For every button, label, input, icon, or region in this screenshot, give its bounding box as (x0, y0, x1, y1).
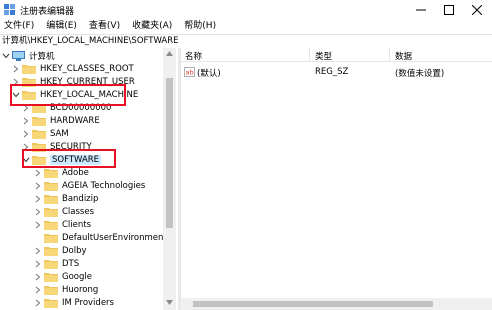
tree-item-label: Clients (62, 219, 92, 230)
minimize-button[interactable] (406, 0, 436, 20)
no-chevron-spacer (34, 234, 42, 242)
column-header-data[interactable]: 数据 (395, 50, 412, 62)
folder-icon (44, 233, 58, 243)
tree-item-im-providers[interactable]: IM Providers (34, 296, 114, 309)
value-data: (数值未设置) (395, 69, 445, 79)
tree-item-clients[interactable]: Clients (34, 218, 91, 231)
folder-icon (44, 194, 58, 204)
tree-item-label: IM Providers (62, 297, 114, 308)
tree-item-computer[interactable]: 计算机 (2, 49, 55, 62)
scroll-thumb[interactable] (166, 78, 173, 228)
scroll-up-icon[interactable] (166, 51, 173, 56)
folder-icon (44, 207, 58, 217)
menu-bar: 文件(F) 编辑(E) 查看(V) 收藏夹(A) 帮助(H) (0, 20, 492, 33)
folder-icon (44, 246, 58, 256)
tree-item-classes[interactable]: Classes (34, 205, 94, 218)
title-bar: 注册表编辑器 (0, 0, 492, 20)
menu-view[interactable]: 查看(V) (89, 20, 120, 33)
tree-item-label: Dolby (62, 245, 87, 256)
folder-icon (44, 181, 58, 191)
tree-item-bandizip[interactable]: Bandizip (34, 192, 98, 205)
tree-item-huorong[interactable]: Huorong (34, 283, 98, 296)
tree-item-dolby[interactable]: Dolby (34, 244, 87, 257)
computer-icon (12, 50, 25, 61)
column-divider[interactable] (309, 48, 310, 62)
folder-icon (22, 64, 36, 74)
tree-item-label: HKEY_CLASSES_ROOT (40, 63, 134, 74)
minimize-icon (416, 9, 426, 11)
tree-item-label: Huorong (62, 284, 99, 295)
tree-scrollbar[interactable] (163, 48, 176, 310)
tree-item-label: AGEIA Technologies (62, 180, 146, 191)
address-bar[interactable]: 计算机\HKEY_LOCAL_MACHINE\SOFTWARE (0, 34, 492, 47)
value-type: REG_SZ (315, 67, 349, 77)
folder-icon (44, 272, 58, 282)
maximize-icon (444, 5, 454, 15)
chevron-down-icon[interactable] (2, 52, 10, 60)
tree-item-label: Adobe (62, 167, 89, 178)
values-list[interactable]: 名称 类型 数据 ab (默认) REG_SZ (数值未设置) (181, 48, 492, 310)
value-name: (默认) (197, 69, 221, 79)
chevron-right-icon[interactable] (22, 117, 30, 125)
tree-item-dts[interactable]: DTS (34, 257, 79, 270)
tree-item-label: Bandizip (62, 193, 99, 204)
tree-item-label: Classes (62, 206, 95, 217)
tree-item-default-user-environment[interactable]: DefaultUserEnvironment (34, 231, 167, 244)
menu-file[interactable]: 文件(F) (4, 20, 34, 33)
registry-editor-icon (4, 4, 15, 15)
folder-icon (44, 298, 58, 308)
tree-item-google[interactable]: Google (34, 270, 92, 283)
tree-item-sam[interactable]: SAM (22, 127, 69, 140)
highlight-box-hklm (10, 84, 126, 106)
chevron-right-icon[interactable] (34, 169, 42, 177)
close-button[interactable] (462, 0, 492, 20)
chevron-right-icon[interactable] (34, 286, 42, 294)
chevron-right-icon[interactable] (34, 182, 42, 190)
menu-favorites[interactable]: 收藏夹(A) (132, 20, 172, 33)
tree-item-ageia[interactable]: AGEIA Technologies (34, 179, 145, 192)
chevron-right-icon[interactable] (34, 195, 42, 203)
folder-icon (32, 116, 46, 126)
close-icon (472, 5, 482, 15)
chevron-right-icon[interactable] (34, 208, 42, 216)
chevron-right-icon[interactable] (34, 273, 42, 281)
chevron-right-icon[interactable] (34, 247, 42, 255)
column-header-type[interactable]: 类型 (315, 50, 332, 62)
tree-item-label: SAM (50, 128, 69, 139)
tree-item-label: DTS (62, 258, 80, 269)
tree-item-classes-root[interactable]: HKEY_CLASSES_ROOT (12, 62, 134, 75)
tree-item-label: 计算机 (29, 51, 55, 62)
chevron-right-icon[interactable] (34, 221, 42, 229)
tree-item-label: HARDWARE (50, 115, 100, 126)
tree-item-label: Google (62, 271, 92, 282)
maximize-button[interactable] (434, 0, 464, 20)
folder-icon (44, 259, 58, 269)
column-divider[interactable] (389, 48, 390, 62)
list-header: 名称 类型 数据 (181, 48, 492, 62)
scroll-down-icon[interactable] (166, 300, 173, 305)
chevron-right-icon[interactable] (12, 65, 20, 73)
chevron-right-icon[interactable] (34, 260, 42, 268)
folder-icon (44, 220, 58, 230)
menu-help[interactable]: 帮助(H) (184, 20, 216, 33)
highlight-box-software (22, 149, 116, 168)
string-value-icon: ab (184, 67, 195, 77)
chevron-right-icon[interactable] (22, 130, 30, 138)
scroll-thumb[interactable] (193, 301, 433, 307)
chevron-right-icon[interactable] (34, 299, 42, 307)
folder-icon (44, 285, 58, 295)
list-scrollbar[interactable] (181, 298, 492, 310)
folder-icon (44, 168, 58, 178)
menu-edit[interactable]: 编辑(E) (46, 20, 77, 33)
folder-icon (32, 129, 46, 139)
tree-item-label: DefaultUserEnvironment (62, 232, 167, 243)
list-item[interactable]: ab (默认) REG_SZ (数值未设置) (181, 66, 492, 79)
svg-text:ab: ab (186, 69, 194, 77)
window-title: 注册表编辑器 (20, 7, 75, 17)
tree-item-hardware[interactable]: HARDWARE (22, 114, 100, 127)
column-header-name[interactable]: 名称 (185, 50, 202, 62)
